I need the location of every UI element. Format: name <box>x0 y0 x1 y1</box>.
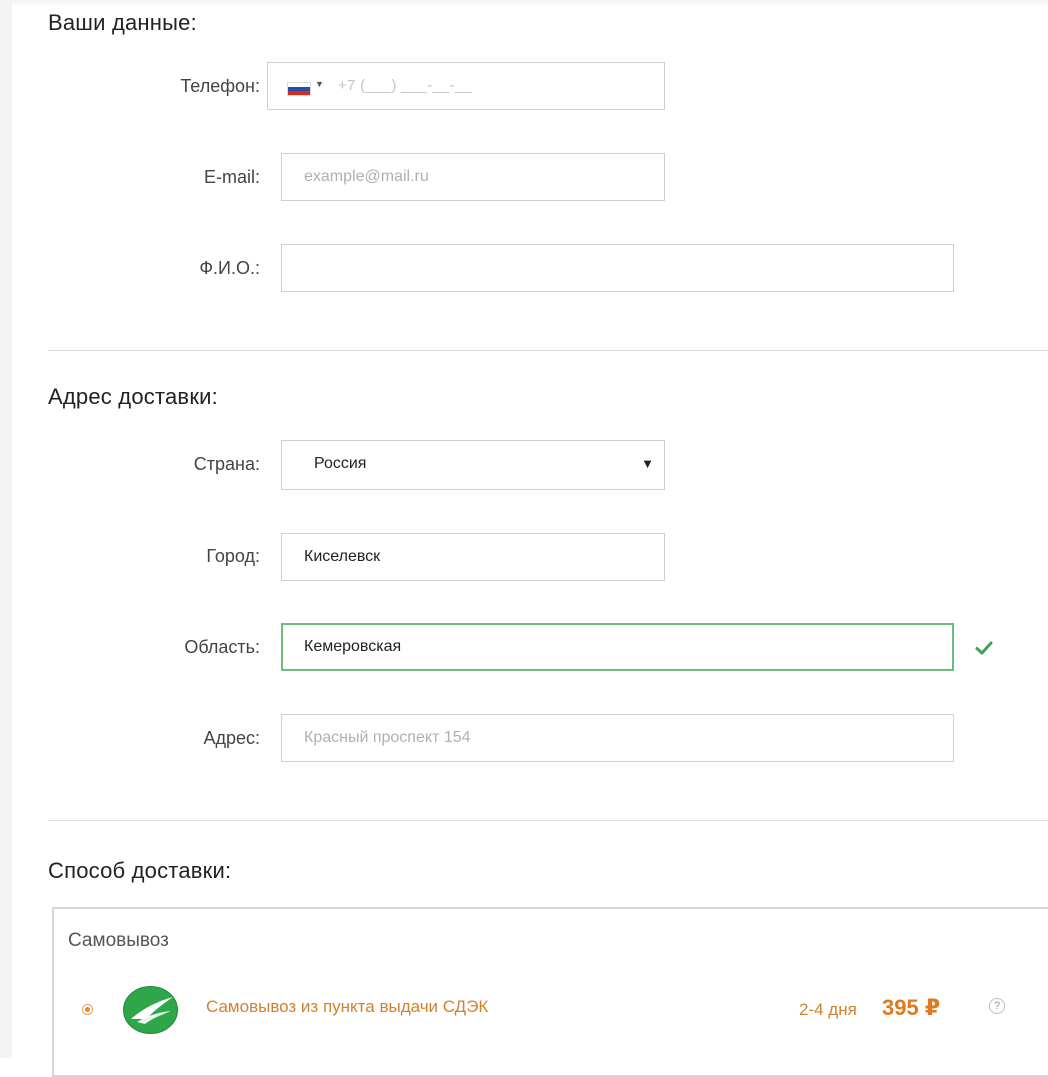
region-input[interactable] <box>281 623 954 671</box>
left-edge-strip <box>0 0 12 1058</box>
delivery-group-label: Самовывоз <box>68 930 169 951</box>
delivery-options-box <box>52 907 1048 1077</box>
address-label: Адрес: <box>203 728 260 748</box>
region-label: Область: <box>184 637 260 657</box>
city-label: Город: <box>206 546 260 566</box>
country-code-caret-icon[interactable]: ▼ <box>315 79 324 89</box>
section-divider <box>48 350 1048 351</box>
fio-input[interactable] <box>281 244 954 292</box>
country-select-value: Россия <box>314 455 367 472</box>
section-title-delivery: Способ доставки: <box>48 858 232 883</box>
top-shadow <box>12 0 1048 6</box>
fio-label: Ф.И.О.: <box>199 258 260 278</box>
delivery-option-days: 2-4 дня <box>799 1000 857 1019</box>
email-label: E-mail: <box>203 167 260 187</box>
check-icon <box>975 641 993 655</box>
chevron-down-icon: ▼ <box>641 456 654 471</box>
email-input[interactable] <box>281 153 665 201</box>
russia-flag-icon[interactable] <box>288 83 310 95</box>
section-divider <box>48 820 1048 821</box>
city-input[interactable] <box>281 533 665 581</box>
section-title-address: Адрес доставки: <box>48 384 218 409</box>
help-icon[interactable]: ? <box>989 998 1005 1014</box>
cdek-logo <box>123 986 178 1034</box>
delivery-option-price: 395 ₽ <box>882 995 941 1020</box>
delivery-option-label[interactable]: Самовывоз из пункта выдачи СДЭК <box>206 997 488 1017</box>
country-select[interactable]: Россия ▼ <box>281 440 665 490</box>
address-input[interactable] <box>281 714 954 762</box>
phone-mask: +7 (___) ___-__-__ <box>338 77 473 94</box>
delivery-option-radio[interactable] <box>82 1004 93 1015</box>
country-label: Страна: <box>193 454 260 474</box>
phone-label: Телефон: <box>180 76 260 96</box>
section-title-personal: Ваши данные: <box>48 10 197 35</box>
phone-field[interactable]: ▼ +7 (___) ___-__-__ <box>267 62 665 110</box>
